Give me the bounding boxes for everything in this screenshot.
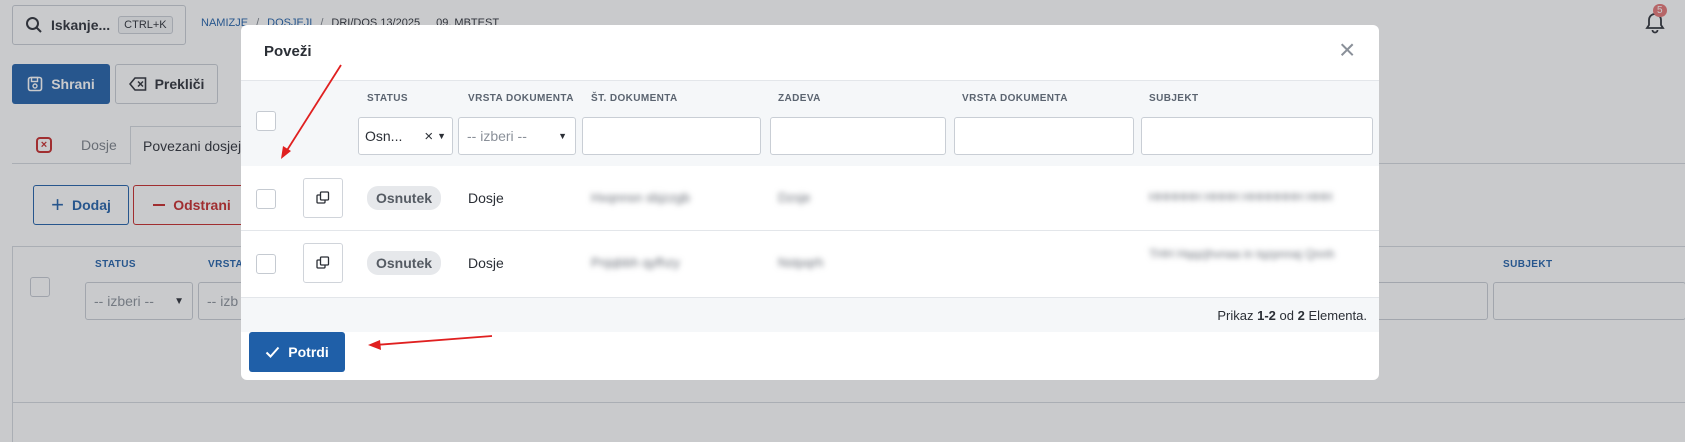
annotation-arrows	[281, 64, 493, 350]
annotation-arrow-checkbox	[283, 64, 342, 156]
annotation-arrowhead-confirm	[368, 340, 381, 350]
annotation-arrow-confirm	[374, 335, 493, 346]
